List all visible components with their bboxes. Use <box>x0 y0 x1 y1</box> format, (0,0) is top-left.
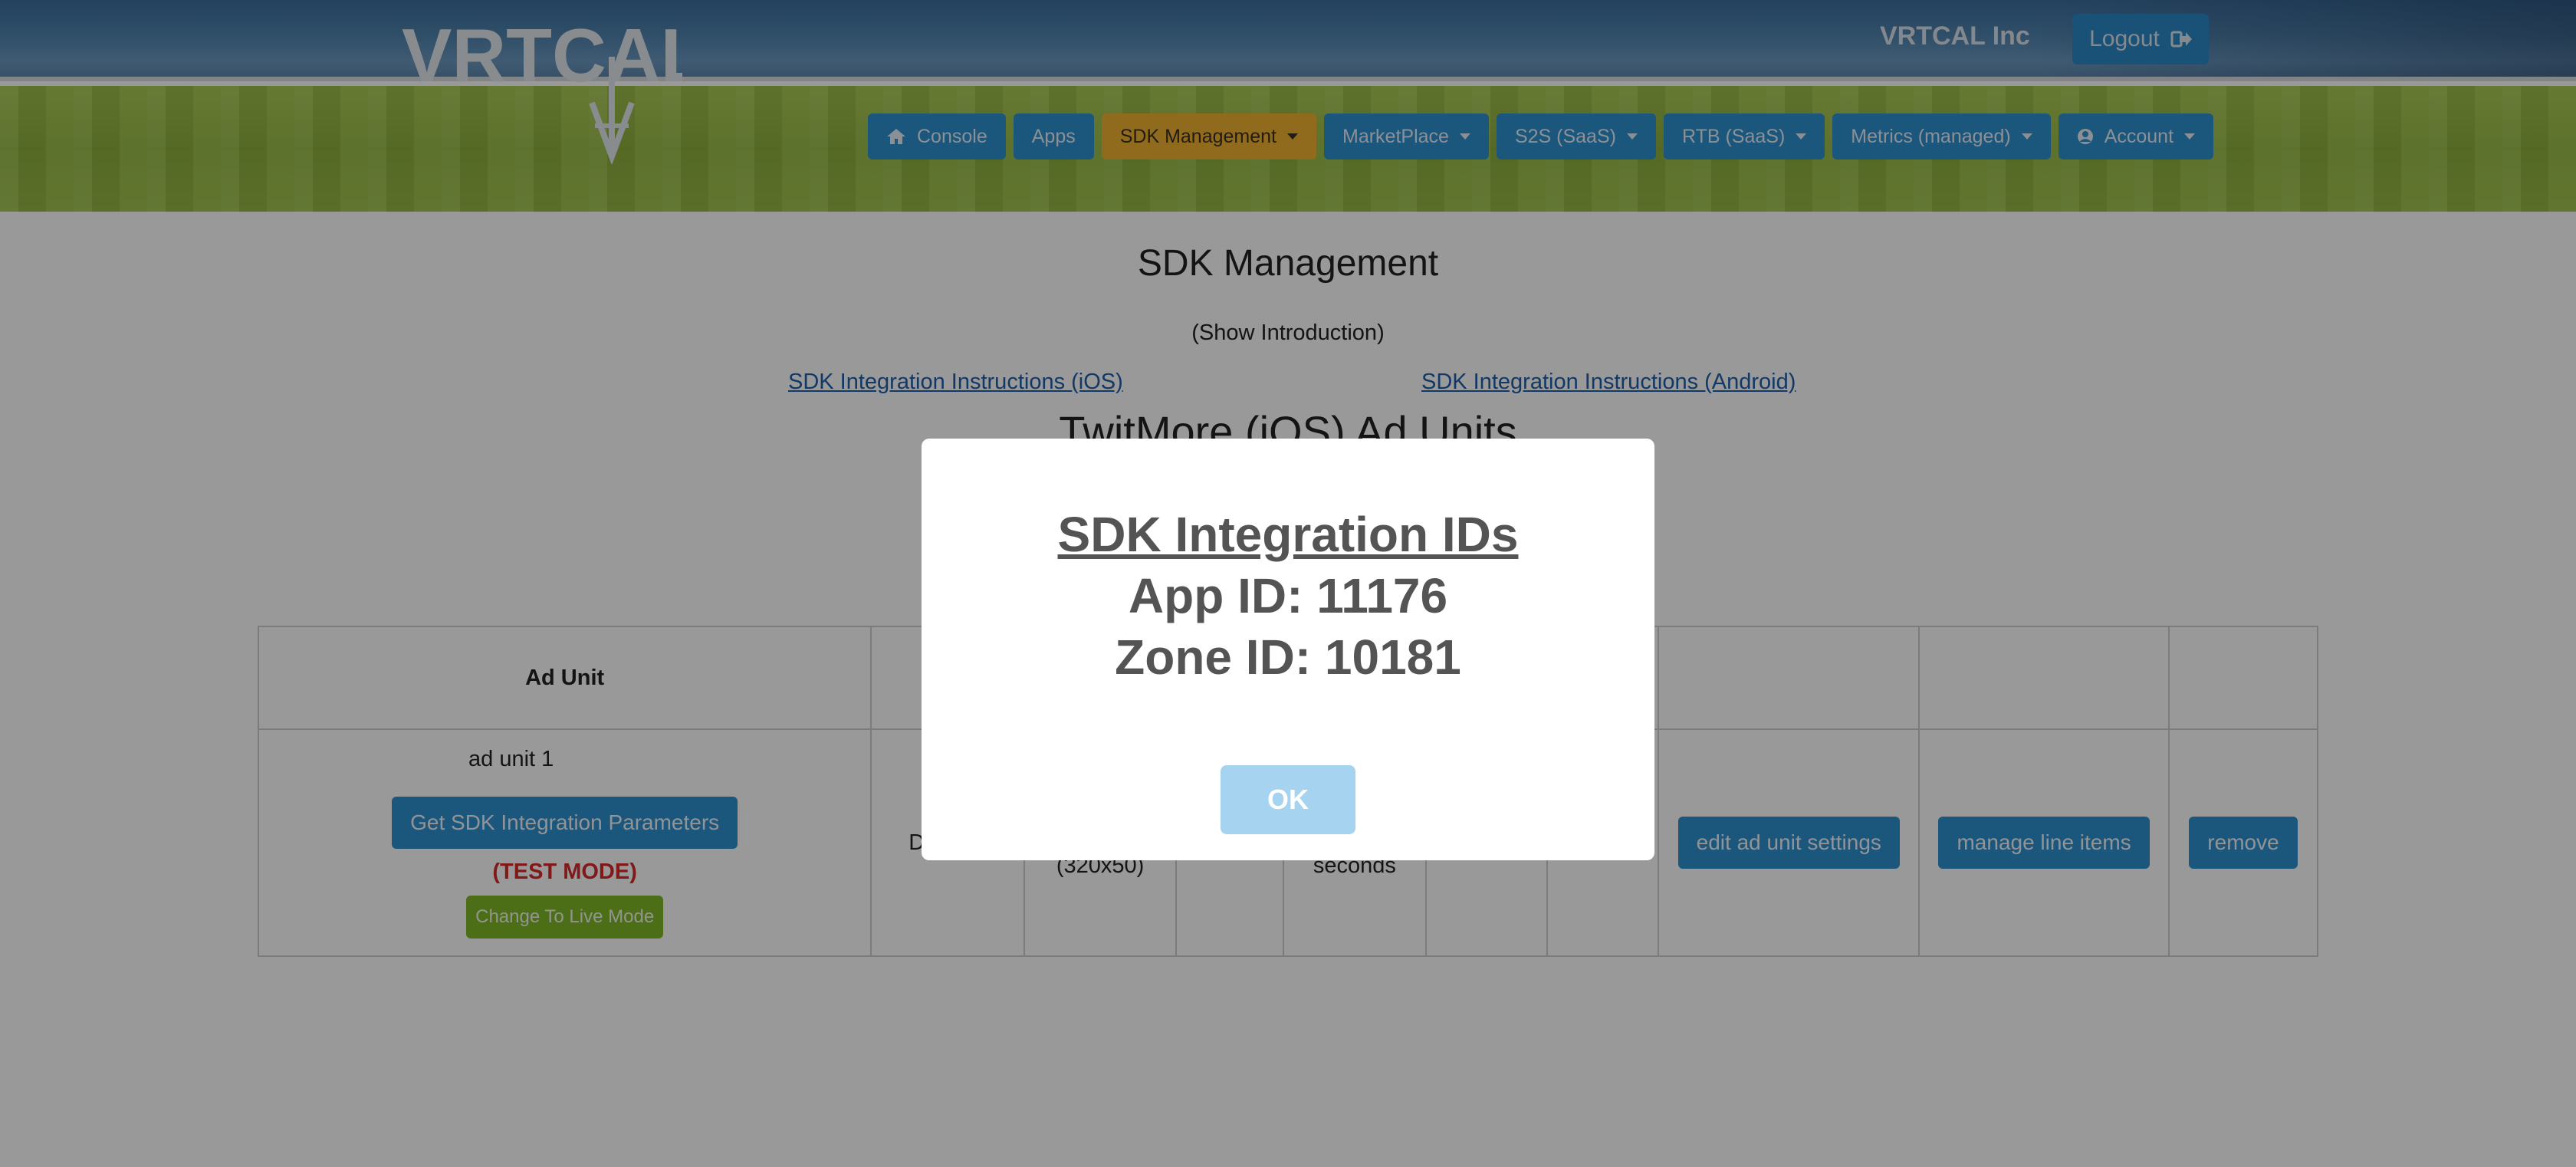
modal-title: SDK Integration IDs <box>1057 507 1519 562</box>
ok-button[interactable]: OK <box>1221 765 1355 834</box>
zone-id-text: Zone ID: 10181 <box>1115 630 1461 685</box>
sdk-ids-modal: SDK Integration IDs App ID: 11176 Zone I… <box>922 439 1654 860</box>
app-id-text: App ID: 11176 <box>1128 568 1448 623</box>
